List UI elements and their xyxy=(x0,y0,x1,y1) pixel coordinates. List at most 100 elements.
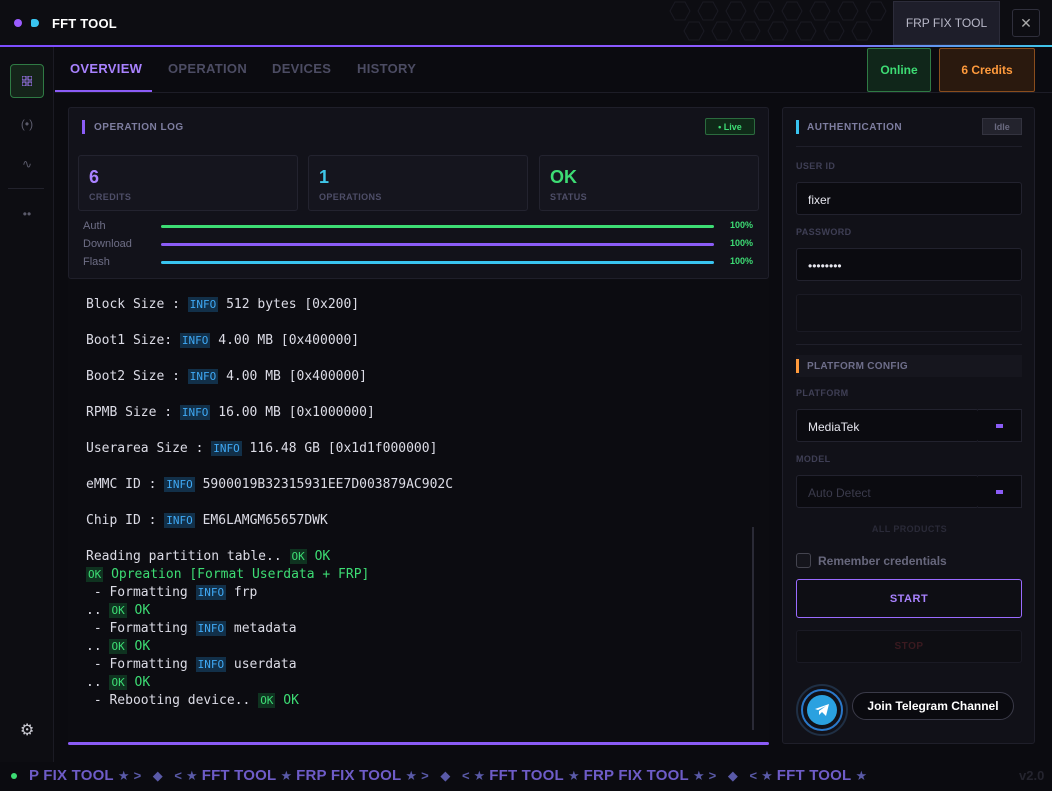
progress-percent: 100% xyxy=(730,256,754,266)
marquee-item: FFT TOOL xyxy=(776,767,852,784)
platform-config-title: PLATFORM CONFIG xyxy=(807,361,908,372)
info-tag: INFO xyxy=(179,405,211,420)
marquee-item: FFT TOOL xyxy=(489,767,564,784)
progress-label: Auth xyxy=(83,220,106,232)
log-progress-bar xyxy=(68,742,769,745)
log-line: Userarea Size : INFO 116.48 GB [0x1d1f00… xyxy=(86,441,437,456)
log-text: 116.48 GB [0x1d1f000000] xyxy=(241,441,438,456)
auth-state-badge: Idle xyxy=(982,118,1022,135)
operation-log-title: OPERATION LOG xyxy=(94,122,184,133)
stat-value: 6 xyxy=(89,167,100,187)
log-text: OK xyxy=(275,693,299,708)
log-line: Boot2 Size : INFO 4.00 MB [0x400000] xyxy=(86,369,367,384)
divider xyxy=(796,146,1022,147)
grid-icon[interactable] xyxy=(10,64,44,98)
info-tag: INFO xyxy=(187,297,219,312)
credits-badge[interactable]: 6 Credits xyxy=(939,48,1035,92)
log-text: metadata xyxy=(226,621,297,636)
user-id-field[interactable]: fixer xyxy=(796,182,1022,215)
log-text: .. xyxy=(86,603,110,618)
info-tag: INFO xyxy=(179,333,211,348)
remember-label[interactable]: Remember credentials xyxy=(818,554,947,568)
log-text: frp xyxy=(226,585,258,600)
log-text: userdata xyxy=(226,657,297,672)
pulse-icon[interactable]: ∿ xyxy=(10,147,44,181)
progress-track xyxy=(161,261,714,264)
log-line: Block Size : INFO 512 bytes [0x200] xyxy=(86,297,359,312)
stat-label: STATUS xyxy=(550,192,588,202)
log-line: eMMC ID : INFO 5900019B32315931EE7D00387… xyxy=(86,477,453,492)
tab-operation[interactable]: OPERATION xyxy=(168,61,247,76)
log-line: Boot1 Size: INFO 4.00 MB [0x400000] xyxy=(86,333,359,348)
info-tag: INFO xyxy=(187,369,219,384)
marquee-item: P FIX TOOL xyxy=(29,767,114,784)
stop-button[interactable]: STOP xyxy=(796,630,1022,663)
platform-label: PLATFORM xyxy=(796,388,849,398)
log-line: - Rebooting device.. OK OK xyxy=(86,693,299,708)
progress-fill xyxy=(161,243,714,246)
log-text: Userarea Size : xyxy=(86,441,212,456)
password-label: PASSWORD xyxy=(796,227,852,237)
chevron-down-icon[interactable] xyxy=(978,409,1022,442)
info-tag: INFO xyxy=(195,621,227,636)
tab-devices[interactable]: DEVICES xyxy=(272,61,331,76)
hexagon-pattern xyxy=(669,1,887,41)
log-line: - Formatting INFO frp xyxy=(86,585,257,600)
title-tab-frp-fix-tool[interactable]: FRP FIX TOOL xyxy=(893,1,1000,45)
log-text: - Rebooting device.. xyxy=(86,693,259,708)
settings-icon[interactable]: ⚙ xyxy=(20,720,34,740)
ok-tag: OK xyxy=(289,549,307,564)
wireless-icon[interactable]: (•) xyxy=(10,107,44,141)
join-telegram-button[interactable]: Join Telegram Channel xyxy=(852,692,1014,720)
close-icon[interactable]: ✕ xyxy=(1012,9,1040,37)
log-text: Opreation [Format Userdata + FRP] xyxy=(103,567,370,582)
tab-history[interactable]: HISTORY xyxy=(357,61,416,76)
progress-track xyxy=(161,225,714,228)
log-text: EM6LAMGM65657DWK xyxy=(194,513,328,528)
log-text: Boot1 Size: xyxy=(86,333,180,348)
all-products-link[interactable]: ALL PRODUCTS xyxy=(783,524,1036,534)
password-field[interactable]: •••••••• xyxy=(796,248,1022,281)
remember-checkbox[interactable] xyxy=(796,553,811,568)
start-button[interactable]: START xyxy=(796,579,1022,618)
info-tag: INFO xyxy=(195,585,227,600)
platform-select[interactable]: MediaTek xyxy=(796,409,979,442)
stat-value: OK xyxy=(550,167,577,187)
log-text: - Formatting xyxy=(86,621,196,636)
log-scrollbar[interactable] xyxy=(752,527,754,730)
operation-panel: OPERATION LOG • Live 6 CREDITS 1 OPERATI… xyxy=(68,107,769,745)
ok-tag: OK xyxy=(258,693,276,708)
progress-flash: Flash 100% xyxy=(83,256,759,269)
extra-field[interactable] xyxy=(796,294,1022,332)
telegram-icon[interactable] xyxy=(796,684,848,736)
stat-label: CREDITS xyxy=(89,192,132,202)
divider xyxy=(796,344,1022,345)
live-badge: • Live xyxy=(705,118,755,135)
log-text: Reading partition table.. xyxy=(86,549,290,564)
stat-label: OPERATIONS xyxy=(319,192,382,202)
model-select[interactable]: Auto Detect xyxy=(796,475,979,508)
progress-label: Download xyxy=(83,238,132,250)
chevron-down-icon[interactable] xyxy=(978,475,1022,508)
log-line: .. OK OK xyxy=(86,675,150,690)
section-accent xyxy=(796,359,799,373)
marquee-item: FRP FIX TOOL xyxy=(583,767,689,784)
marquee-item: FFT TOOL xyxy=(201,767,277,784)
user-id-label: USER ID xyxy=(796,161,836,171)
log-text: OK xyxy=(306,549,331,564)
tab-overview[interactable]: OVERVIEW xyxy=(70,61,142,76)
log-text: Boot2 Size : xyxy=(86,369,188,384)
stat-value: 1 xyxy=(319,167,330,187)
title-bar: FFT TOOL FRP FIX TOOL ✕ xyxy=(0,0,1052,46)
log-text: 512 bytes [0x200] xyxy=(218,297,360,312)
log-line: - Formatting INFO userdata xyxy=(86,657,297,672)
progress-download: Download 100% xyxy=(83,238,759,251)
log-text: .. xyxy=(86,639,110,654)
version-label: v2.0 xyxy=(1019,768,1045,783)
more-icon[interactable]: •• xyxy=(10,197,44,231)
log-line: Reading partition table.. OK OK xyxy=(86,549,330,564)
progress-percent: 100% xyxy=(730,238,754,248)
log-text: 4.00 MB [0x400000] xyxy=(210,333,360,348)
authentication-panel: AUTHENTICATION Idle USER ID fixer PASSWO… xyxy=(782,107,1035,744)
info-tag: INFO xyxy=(164,477,195,492)
